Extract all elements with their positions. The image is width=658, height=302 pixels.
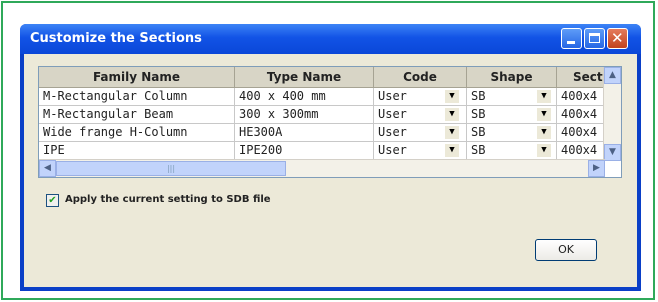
sections-grid: Family Name Type Name Code Shape Sect M-…: [38, 66, 622, 178]
col-header-family[interactable]: Family Name: [39, 67, 235, 88]
chevron-down-icon[interactable]: ▼: [445, 108, 459, 121]
chevron-down-icon[interactable]: ▼: [537, 126, 551, 139]
chevron-down-icon[interactable]: ▼: [537, 144, 551, 157]
shape-value: SB: [471, 107, 486, 121]
shape-value: SB: [471, 125, 486, 139]
cell-sect: 400x4: [557, 142, 605, 160]
cell-sect: 400x4: [557, 106, 605, 124]
checkmark-icon: ✔: [48, 195, 57, 206]
cell-type: IPE200: [235, 142, 374, 160]
code-value: User: [378, 143, 407, 157]
minimize-button[interactable]: [561, 28, 582, 49]
shape-select[interactable]: SB ▼: [467, 88, 557, 106]
maximize-icon: [589, 33, 600, 43]
col-header-code[interactable]: Code: [374, 67, 467, 88]
close-icon: ✕: [611, 29, 624, 47]
shape-select[interactable]: SB ▼: [467, 124, 557, 142]
apply-checkbox-label[interactable]: Apply the current setting to SDB file: [65, 194, 271, 205]
dialog-window: Customize the Sections ✕ Family Name Typ…: [20, 24, 641, 291]
window-title: Customize the Sections: [30, 31, 202, 46]
shape-value: SB: [471, 89, 486, 103]
chevron-down-icon[interactable]: ▼: [445, 144, 459, 157]
apply-checkbox[interactable]: ✔: [46, 194, 59, 207]
shape-select[interactable]: SB ▼: [467, 106, 557, 124]
cell-type: 300 x 300mm: [235, 106, 374, 124]
code-select[interactable]: User ▼: [374, 142, 467, 160]
chevron-down-icon[interactable]: ▼: [537, 90, 551, 103]
cell-sect: 400x4: [557, 124, 605, 142]
ok-button[interactable]: OK: [535, 239, 597, 261]
cell-type: 400 x 400 mm: [235, 88, 374, 106]
scrollbar-thumb[interactable]: |||: [56, 161, 286, 176]
vertical-scrollbar[interactable]: ▲ ▼: [603, 67, 621, 161]
shape-select[interactable]: SB ▼: [467, 142, 557, 160]
chevron-down-icon[interactable]: ▼: [537, 108, 551, 121]
cell-sect: 400x4: [557, 88, 605, 106]
scroll-left-icon[interactable]: ◀: [39, 160, 56, 177]
code-value: User: [378, 89, 407, 103]
code-value: User: [378, 107, 407, 121]
chevron-down-icon[interactable]: ▼: [445, 126, 459, 139]
dialog-body: Family Name Type Name Code Shape Sect M-…: [24, 54, 637, 287]
scroll-down-icon[interactable]: ▼: [604, 144, 621, 161]
close-button[interactable]: ✕: [607, 28, 628, 49]
code-select[interactable]: User ▼: [374, 88, 467, 106]
cell-family: M-Rectangular Column: [39, 88, 235, 106]
chevron-down-icon[interactable]: ▼: [445, 90, 459, 103]
col-header-shape[interactable]: Shape: [467, 67, 557, 88]
cell-family: M-Rectangular Beam: [39, 106, 235, 124]
cell-family: Wide frange H-Column: [39, 124, 235, 142]
code-select[interactable]: User ▼: [374, 124, 467, 142]
minimize-icon: [567, 41, 575, 44]
cell-type: HE300A: [235, 124, 374, 142]
col-header-sect[interactable]: Sect: [557, 67, 605, 88]
cell-family: IPE: [39, 142, 235, 160]
scroll-up-icon[interactable]: ▲: [604, 67, 621, 84]
title-bar[interactable]: Customize the Sections ✕: [20, 24, 641, 54]
horizontal-scrollbar[interactable]: ◀ ||| ▶: [39, 159, 605, 177]
scroll-right-icon[interactable]: ▶: [588, 160, 605, 177]
col-header-type[interactable]: Type Name: [235, 67, 374, 88]
code-select[interactable]: User ▼: [374, 106, 467, 124]
shape-value: SB: [471, 143, 486, 157]
code-value: User: [378, 125, 407, 139]
maximize-button[interactable]: [584, 28, 605, 49]
